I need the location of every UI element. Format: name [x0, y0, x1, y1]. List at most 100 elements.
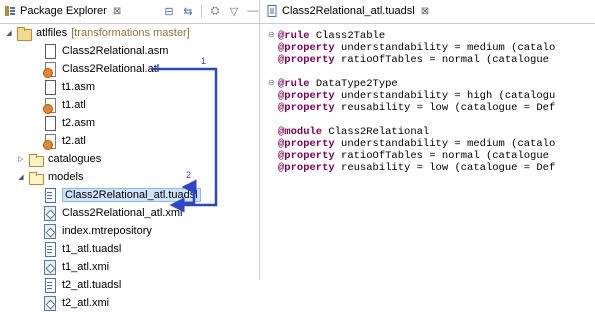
code-keyword: @property — [278, 138, 335, 150]
project-name: atlfiles — [36, 27, 68, 39]
code-line[interactable]: @property reusability = low (catalogue =… — [268, 162, 595, 174]
link-with-editor-icon[interactable]: ⇆ — [180, 3, 196, 19]
folder-icon — [28, 169, 44, 185]
expand-icon[interactable]: ◢ — [16, 172, 26, 182]
tree-item-file-selected[interactable]: Class2Relational_atl.tuadsl — [42, 186, 201, 204]
expand-icon[interactable]: ◢ — [4, 28, 14, 38]
package-explorer-title: Package Explorer — [20, 5, 107, 17]
package-explorer-icon — [4, 5, 16, 17]
code-line[interactable]: @property understandability = medium (ca… — [268, 138, 595, 150]
code-keyword: @property — [278, 90, 335, 102]
file-label: index.mtrepository — [62, 225, 152, 237]
close-icon[interactable]: ⊠ — [113, 6, 121, 17]
minimize-icon[interactable]: — — [245, 3, 261, 19]
file-label: t1.asm — [62, 81, 96, 93]
code-line[interactable]: @property ratioOfTables = normal (catalo… — [268, 54, 595, 66]
close-icon[interactable]: ⊠ — [421, 6, 429, 17]
annotation-label-1: 1 — [201, 56, 206, 66]
code-text: DataType2Type — [309, 78, 398, 90]
tree-item-file[interactable]: Class2Relational.atl — [42, 60, 159, 78]
code-text: Class2Relational — [322, 126, 430, 138]
tree-item-file[interactable]: t1_atl.xmi — [42, 258, 109, 276]
atl-file-icon — [42, 97, 58, 114]
code-text: understandability = high (catalogu — [334, 90, 556, 102]
xmi-file-icon — [42, 295, 58, 311]
code-text: reusability = low (catalogue = Def — [334, 102, 556, 114]
code-keyword: @module — [278, 126, 323, 138]
code-line[interactable]: ⊖ @rule Class2Table — [268, 30, 595, 42]
code-line[interactable]: @module Class2Relational — [268, 126, 595, 138]
file-label: Class2Relational.atl — [62, 63, 160, 75]
file-label: t1_atl.xmi — [62, 261, 110, 273]
code-line[interactable]: ⊖ @rule DataType2Type — [268, 78, 595, 90]
editor-tab[interactable]: Class2Relational_atl.tuadsl ⊠ — [266, 0, 429, 22]
editor-view: Class2Relational_atl.tuadsl ⊠ ⊖ @rule Cla… — [260, 0, 595, 280]
code-text: understandability = medium (catalo — [334, 138, 556, 150]
package-explorer-tab[interactable]: Package Explorer ⊠ — [4, 0, 121, 22]
code-keyword: @property — [278, 162, 335, 174]
tree-item-file[interactable]: Class2Relational_atl.xmi — [42, 204, 182, 222]
tree-item-file[interactable]: t2_atl.xmi — [42, 294, 109, 312]
file-label: Class2Relational_atl.tuadsl — [62, 188, 201, 202]
code-text: ratioOfTables = normal (catalogue — [334, 54, 549, 66]
tree-item-file[interactable]: t2.asm — [42, 114, 95, 132]
fold-toggle-icon[interactable]: ⊖ — [268, 78, 276, 90]
project-decoration: [transformations master] — [71, 27, 190, 39]
tree-item-models[interactable]: ◢ models — [16, 168, 83, 186]
arrow-step-1 — [151, 67, 218, 213]
explorer-tab-bar: Package Explorer ⊠ ⊟ ⇆ ⛭ ▽ — ☐ — [0, 0, 277, 24]
code-keyword: @property — [278, 150, 335, 162]
file-label: t1.atl — [62, 99, 86, 111]
tree-item-file[interactable]: t1_atl.tuadsl — [42, 240, 121, 258]
code-keyword: @property — [278, 54, 335, 66]
editor-tab-label: Class2Relational_atl.tuadsl — [282, 5, 415, 17]
tree-item-file[interactable]: t2.atl — [42, 132, 86, 150]
annotation-label-2: 2 — [186, 170, 191, 180]
editor-tab-bar: Class2Relational_atl.tuadsl ⊠ — [260, 0, 595, 24]
tree-item-project[interactable]: ◢ atlfiles [transformations master] — [4, 24, 190, 42]
view-menu-icon[interactable]: ▽ — [226, 3, 242, 19]
collapse-all-icon[interactable]: ⊟ — [161, 3, 177, 19]
code-line[interactable]: @property ratioOfTables = normal (catalo… — [268, 150, 595, 162]
code-text: ratioOfTables = normal (catalogue — [334, 150, 549, 162]
fold-toggle-icon[interactable]: ⊖ — [268, 30, 276, 42]
atl-file-icon — [42, 61, 58, 78]
tuadsl-file-icon — [42, 241, 58, 257]
code-line[interactable]: @property understandability = medium (ca… — [268, 42, 595, 54]
toolbar-separator — [201, 4, 202, 18]
code-keyword: @property — [278, 42, 335, 54]
project-icon — [16, 25, 32, 41]
tree-item-file[interactable]: t2_atl.tuadsl — [42, 276, 121, 294]
file-label: t2.asm — [62, 117, 96, 129]
collapsed-icon[interactable]: ▷ — [16, 154, 26, 164]
code-text: Class2Table — [309, 30, 386, 42]
code-line[interactable]: @property understandability = high (cata… — [268, 90, 595, 102]
code-line[interactable] — [268, 66, 595, 78]
tree-item-file[interactable]: t1.asm — [42, 78, 95, 96]
file-label: t1_atl.tuadsl — [62, 243, 122, 255]
code-line[interactable]: @property reusability = low (catalogue =… — [268, 102, 595, 114]
xmi-file-icon — [42, 259, 58, 275]
file-label: Class2Relational.asm — [62, 45, 169, 57]
tuadsl-file-icon — [42, 187, 58, 203]
tree-item-file[interactable]: Class2Relational.asm — [42, 42, 168, 60]
code-line[interactable] — [268, 114, 595, 126]
tree-item-catalogues[interactable]: ▷ catalogues — [16, 150, 101, 168]
code-text: understandability = medium (catalo — [334, 42, 556, 54]
focus-icon[interactable]: ⛭ — [207, 3, 223, 19]
xmi-file-icon — [42, 205, 58, 221]
folder-label: catalogues — [48, 153, 102, 165]
code-area[interactable]: ⊖ @rule Class2Table @property understandab… — [268, 30, 595, 174]
atl-file-icon — [42, 133, 58, 150]
asm-file-icon — [42, 115, 58, 131]
tree-item-file[interactable]: t1.atl — [42, 96, 86, 114]
tree-item-file[interactable]: index.mtrepository — [42, 222, 152, 240]
folder-icon — [28, 151, 44, 167]
repository-file-icon — [42, 223, 58, 239]
code-keyword: @rule — [278, 30, 310, 42]
tuadsl-file-icon — [266, 5, 278, 17]
tuadsl-file-icon — [42, 277, 58, 293]
file-label: Class2Relational_atl.xmi — [62, 207, 183, 219]
asm-file-icon — [42, 79, 58, 95]
file-label: t2_atl.tuadsl — [62, 279, 122, 291]
